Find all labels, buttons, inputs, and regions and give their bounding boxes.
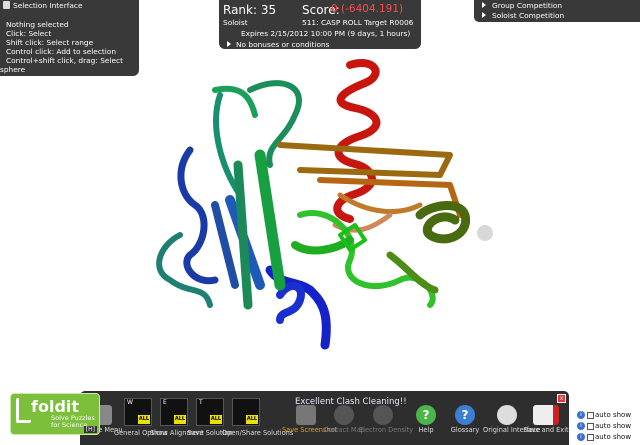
thumbnail-letter: W: [127, 399, 133, 406]
general-options-thumbnail: W ALL: [124, 398, 152, 426]
help-line-click: Click: Select: [6, 29, 52, 38]
info-icon[interactable]: i: [577, 411, 585, 419]
help-line-shift-click: Shift click: Select range: [6, 38, 94, 47]
save-solution-button[interactable]: T ALL Save Solution: [187, 396, 233, 445]
save-solution-thumbnail: T ALL: [196, 398, 224, 426]
bonuses-text: No bonuses or conditions: [236, 40, 330, 49]
save-screenshot-button[interactable]: Save Screenshot: [282, 396, 337, 445]
open-share-solutions-label: Open/Share Solutions: [222, 429, 294, 437]
thumbnail-letter: E: [163, 399, 167, 406]
exit-door-icon: [533, 405, 559, 425]
auto-show-label: auto show: [595, 433, 632, 441]
auto-show-checkbox[interactable]: [587, 434, 594, 441]
glossary-icon: ?: [455, 405, 475, 425]
bonuses-toggle[interactable]: No bonuses or conditions: [227, 40, 330, 49]
help-line-control-shift-click: Control+shift click, drag: Select: [6, 56, 124, 65]
save-and-exit-button[interactable]: Save and Exit: [523, 396, 569, 445]
puzzle-name: 511: CASP ROLL Target R0006: [302, 18, 414, 27]
help-icon: ?: [416, 405, 436, 425]
original-interface-button[interactable]: Original Interface: [483, 396, 540, 445]
thumbnail-letter: T: [199, 399, 203, 406]
info-icon[interactable]: i: [577, 433, 585, 441]
lock-icon[interactable]: [3, 1, 10, 9]
selection-interface-panel: Selection Interface Nothing selected Cli…: [0, 0, 139, 76]
electron-density-icon: [373, 405, 393, 425]
expand-arrow-icon: [227, 41, 231, 47]
auto-show-row[interactable]: i auto show: [577, 422, 640, 433]
soloist-competition-label: Soloist Competition: [492, 11, 565, 20]
help-line-control-click: Control click: Add to selection: [6, 47, 117, 56]
auto-show-panel: i auto show i auto show i auto show: [577, 411, 640, 444]
auto-show-checkbox[interactable]: [587, 412, 594, 419]
contact-map-button[interactable]: Contact Map: [323, 396, 365, 445]
protein-viewport[interactable]: [120, 55, 520, 365]
foldit-mark-icon: [16, 398, 31, 423]
all-badge: ALL: [138, 415, 150, 424]
auto-show-row[interactable]: i auto show: [577, 433, 640, 444]
all-badge: ALL: [246, 415, 258, 424]
mode-text: Soloist: [223, 18, 248, 27]
logo-hotkey: [H]: [83, 426, 97, 433]
selection-interface-header[interactable]: Selection Interface: [3, 1, 83, 10]
selection-status-text: Nothing selected: [6, 20, 69, 29]
contact-map-icon: [334, 405, 354, 425]
competitions-panel: Group Competition Soloist Competition: [474, 0, 640, 22]
group-competition-label: Group Competition: [492, 1, 563, 10]
open-share-thumbnail: ALL: [232, 398, 260, 426]
camera-icon: [296, 405, 316, 425]
show-alignment-thumbnail: E ALL: [160, 398, 188, 426]
selection-interface-title: Selection Interface: [13, 1, 83, 10]
save-and-exit-label: Save and Exit: [523, 426, 569, 434]
score-value: 0 (-6404.191): [331, 3, 404, 15]
general-options-button[interactable]: W ALL General Options: [114, 396, 168, 445]
auto-show-label: auto show: [595, 422, 632, 430]
puzzle-info-panel: Rank: 35 Score: 0 (-6404.191) Soloist 51…: [219, 0, 421, 49]
auto-show-row[interactable]: i auto show: [577, 411, 640, 422]
electron-density-button[interactable]: Electron Density: [359, 396, 413, 445]
electron-density-label: Electron Density: [359, 426, 414, 434]
help-line-sphere: sphere: [0, 65, 26, 74]
help-button[interactable]: ? Help: [408, 396, 444, 445]
expand-arrow-icon: [482, 12, 486, 18]
glossary-button[interactable]: ? Glossary: [447, 396, 483, 445]
rank-label: Rank: 35: [223, 3, 277, 17]
info-icon[interactable]: i: [577, 422, 585, 430]
expires-text: Expires 2/15/2012 10:00 PM (9 days, 1 ho…: [241, 29, 411, 38]
group-competition-toggle[interactable]: Group Competition: [482, 1, 562, 10]
foldit-logo[interactable]: foldit Solve Puzzles for Science [H]: [10, 393, 100, 435]
glossary-label: Glossary: [450, 426, 480, 434]
show-alignment-button[interactable]: E ALL Show Alignment: [150, 396, 204, 445]
expand-arrow-icon: [482, 2, 486, 8]
auto-show-label: auto show: [595, 411, 632, 419]
auto-show-checkbox[interactable]: [587, 423, 594, 430]
soloist-competition-toggle[interactable]: Soloist Competition: [482, 11, 564, 20]
all-badge: ALL: [174, 415, 186, 424]
mouse-icon: [497, 405, 517, 425]
open-share-solutions-button[interactable]: ALL Open/Share Solutions: [222, 396, 293, 445]
main-toolbar: Excellent Clash Cleaning!! x Puzzle Menu…: [80, 391, 569, 445]
selection-help-lines: Nothing selected Click: Select Shift cli…: [0, 20, 123, 74]
all-badge: ALL: [210, 415, 222, 424]
